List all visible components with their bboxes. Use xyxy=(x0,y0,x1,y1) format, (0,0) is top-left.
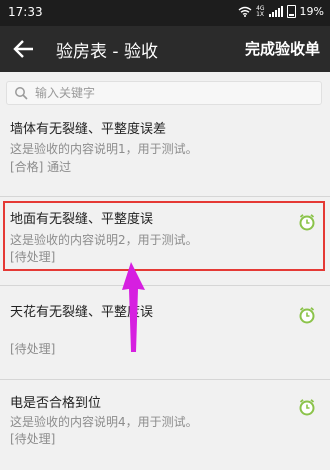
divider xyxy=(0,196,330,197)
item-title: 墙体有无裂缝、平整度误差 xyxy=(10,122,167,137)
highlight-box xyxy=(3,201,325,271)
divider xyxy=(0,379,330,380)
item-description: 这是验收的内容说明1，用于测试。 xyxy=(10,142,198,156)
wifi-icon xyxy=(238,6,252,17)
list-item[interactable]: 墙体有无裂缝、平整度误差 这是验收的内容说明1，用于测试。 [合格] 通过 xyxy=(0,110,330,196)
list-item[interactable]: 天花有无裂缝、平整度误 [待处理] xyxy=(0,288,330,378)
search-input[interactable] xyxy=(35,83,315,103)
list-item[interactable]: 电是否合格到位 这是验收的内容说明4，用于测试。 [待处理] xyxy=(0,382,330,470)
signal-icon xyxy=(268,6,283,17)
network-type-sub: 1X xyxy=(256,10,265,18)
battery-icon xyxy=(286,5,296,18)
search-icon xyxy=(15,87,28,100)
search-bar xyxy=(0,72,330,110)
item-status: [合格] 通过 xyxy=(10,160,72,174)
item-description: 这是验收的内容说明4，用于测试。 xyxy=(10,415,198,429)
item-status: [待处理] xyxy=(10,342,56,356)
status-bar: 17:33 4G 1X 19% xyxy=(0,0,330,26)
back-arrow-icon[interactable] xyxy=(12,38,36,60)
app-bar: 验房表 - 验收 完成验收单 xyxy=(0,26,330,72)
status-time: 17:33 xyxy=(8,5,43,19)
divider xyxy=(0,285,330,286)
page-title: 验房表 - 验收 xyxy=(56,42,158,62)
alarm-clock-icon[interactable] xyxy=(298,398,316,416)
battery-level: 19% xyxy=(299,5,324,18)
alarm-clock-icon[interactable] xyxy=(298,306,316,324)
complete-inspection-button[interactable]: 完成验收单 xyxy=(245,38,320,59)
item-title: 电是否合格到位 xyxy=(10,396,102,411)
item-title: 天花有无裂缝、平整度误 xyxy=(10,305,154,320)
item-status: [待处理] xyxy=(10,432,56,446)
status-indicators: 4G 1X 19% xyxy=(238,5,324,18)
search-box[interactable] xyxy=(6,81,322,105)
network-type: 4G 1X xyxy=(256,5,265,18)
